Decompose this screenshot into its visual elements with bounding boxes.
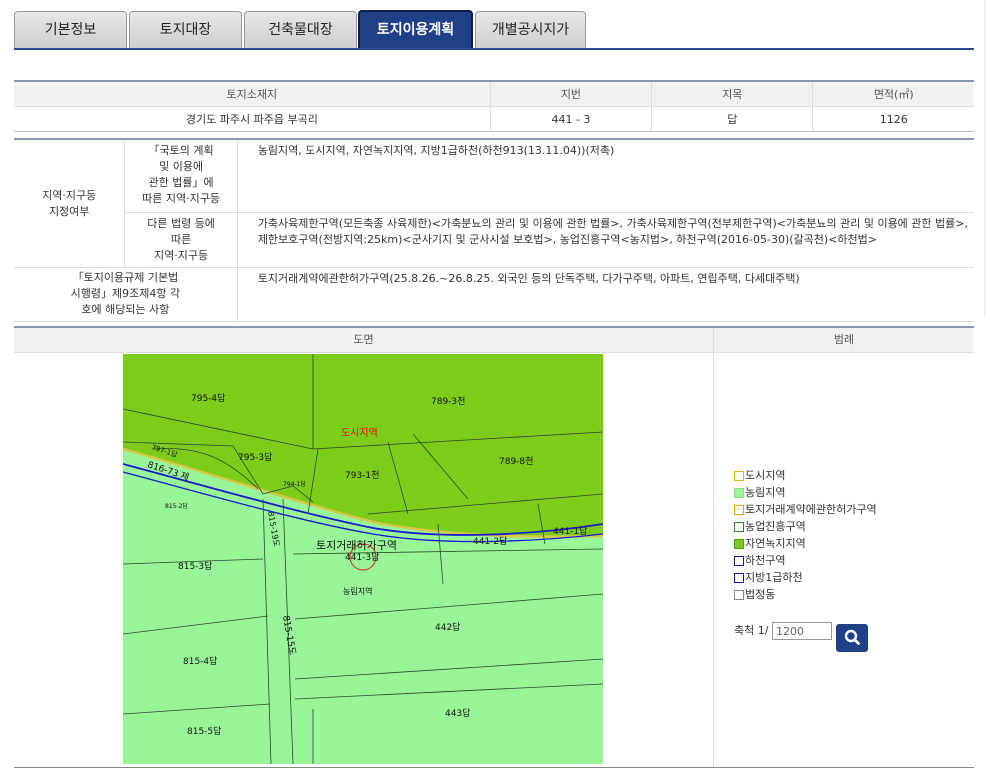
map-label: 793-1천 — [345, 470, 379, 481]
map-label: 815-5답 — [187, 725, 221, 737]
map-label: 815-3답 — [178, 560, 212, 572]
tab-land-register[interactable]: 토지대장 — [129, 11, 242, 48]
cell-land-category: 답 — [651, 106, 814, 132]
tab-basic-info[interactable]: 기본정보 — [14, 11, 127, 48]
map-label: 795-3답 — [238, 451, 272, 463]
land-info-table: 토지소재지 지번 지목 면적(㎡) 경기도 파주시 파주읍 부곡리 441 - … — [14, 80, 974, 132]
label-line: 지역·지구등 — [154, 249, 209, 262]
scale-search-button[interactable] — [836, 624, 868, 652]
legend-swatch — [734, 573, 744, 583]
map-label: 795-4답 — [191, 392, 225, 404]
zoning-sub-label-other: 다른 법령 등에 따른 지역·지구등 — [124, 212, 238, 268]
map-label: 441-2답 — [473, 535, 507, 547]
map-label: 농림지역 — [343, 586, 372, 596]
label-line: 호에 해당되는 사항 — [81, 303, 170, 316]
label-line: 및 이용에 — [159, 160, 204, 173]
legend-swatch — [734, 556, 744, 566]
label-line: 관한 법률」에 — [148, 176, 214, 189]
label-line: 따른 — [170, 233, 192, 246]
legend-label: 도시지역 — [745, 469, 786, 482]
scale-input[interactable] — [771, 622, 832, 640]
tab-underline — [14, 48, 974, 50]
tab-official-land-price[interactable]: 개별공시지가 — [475, 11, 586, 48]
map-label: 토지거래허가구역 — [316, 539, 397, 552]
map-label: 도시지역 — [341, 427, 378, 439]
zoning-row-enforcement: 「토지이용규제 기본법 시행령」제9조제4항 각 호에 해당되는 사항 토지거래… — [14, 267, 974, 322]
label-line: 시행령」제9조제4항 각 — [70, 287, 181, 300]
map-label: 789-3천 — [431, 396, 465, 407]
zoning-table: 지역·지구등 지정여부 「국토의 계획 및 이용에 관한 법률」에 따른 지역·… — [14, 138, 974, 322]
scale-label: 축척 1/ — [734, 624, 769, 637]
column-divider — [713, 328, 714, 768]
map-label: 794-1답 — [283, 481, 306, 488]
legend-item: 토지거래계약에관한허가구역 — [734, 502, 877, 519]
zoning-main-label-2: 지정여부 — [48, 204, 90, 218]
legend-swatch — [734, 471, 744, 481]
legend-label: 농림지역 — [745, 486, 786, 499]
cell-location: 경기도 파주시 파주읍 부곡리 — [14, 106, 491, 132]
cadastral-map[interactable]: 795-4답 789-3천 도시지역 797-1답 795-3답 793-1천 … — [123, 354, 603, 764]
section-bottom-border — [14, 767, 974, 768]
map-label: 815-4답 — [183, 655, 217, 667]
legend-item: 자연녹지지역 — [734, 536, 877, 553]
legend-label: 토지거래계약에관한허가구역 — [745, 503, 877, 516]
map-svg: 795-4답 789-3천 도시지역 797-1답 795-3답 793-1천 … — [123, 354, 603, 764]
header-lot-number: 지번 — [490, 81, 653, 107]
map-label: 815-2답 — [165, 503, 188, 510]
value-line: 가축사육제한구역(모든축종 사육제한)<가축분뇨의 관리 및 이용에 관한 법률… — [257, 217, 968, 230]
map-label: 441-3답 — [345, 551, 379, 563]
zoning-main-label: 지역·지구등 지정여부 — [14, 139, 126, 268]
legend-label: 하천구역 — [745, 554, 786, 567]
legend-label: 지방1급하천 — [745, 571, 803, 584]
zoning-value-national: 농림지역, 도시지역, 자연녹지지역, 지방1급하천(하천913(13.11.0… — [237, 139, 974, 213]
label-line: 다른 법령 등에 — [147, 217, 215, 230]
map-header: 도면 — [14, 328, 713, 353]
scale-control: 축척 1/ — [734, 622, 832, 640]
map-label: 442답 — [435, 621, 460, 633]
land-info-header-row: 토지소재지 지번 지목 면적(㎡) — [14, 81, 974, 107]
legend-item: 지방1급하천 — [734, 570, 877, 587]
legend-label: 법정동 — [745, 588, 776, 601]
zoning-row-national: 지역·지구등 지정여부 「국토의 계획 및 이용에 관한 법률」에 따른 지역·… — [14, 139, 974, 268]
tab-building-register[interactable]: 건축물대장 — [244, 11, 357, 48]
cell-area: 1126 — [812, 106, 974, 132]
legend-item: 하천구역 — [734, 553, 877, 570]
legend-swatch — [734, 539, 744, 549]
tab-land-use-plan[interactable]: 토지이용계획 — [358, 10, 473, 49]
zoning-value-other: 가축사육제한구역(모든축종 사육제한)<가축분뇨의 관리 및 이용에 관한 법률… — [237, 212, 974, 268]
legend-swatch — [734, 505, 744, 515]
enforcement-label: 「토지이용규제 기본법 시행령」제9조제4항 각 호에 해당되는 사항 — [14, 267, 238, 322]
legend-label: 자연녹지지역 — [745, 537, 806, 550]
header-area: 면적(㎡) — [812, 81, 974, 107]
scrollbar[interactable] — [984, 0, 991, 316]
map-label: 441-1답 — [553, 525, 587, 537]
search-icon — [844, 629, 860, 645]
zoning-main-label-1: 지역·지구등 — [42, 188, 97, 202]
map-label: 443답 — [445, 707, 470, 719]
tab-bar: 기본정보 토지대장 건축물대장 토지이용계획 개별공시지가 — [14, 10, 974, 50]
legend-swatch — [734, 522, 744, 532]
cell-lot-number: 441 - 3 — [490, 106, 653, 132]
label-line: 「토지이용규제 기본법 — [72, 271, 179, 284]
header-location: 토지소재지 — [14, 81, 491, 107]
zoning-sub-label-national: 「국토의 계획 및 이용에 관한 법률」에 따른 지역·지구등 — [124, 139, 238, 213]
map-label: 789-8천 — [499, 456, 533, 467]
legend-item: 법정동 — [734, 587, 877, 604]
zoning-row-other-laws: 다른 법령 등에 따른 지역·지구등 가축사육제한구역(모든축종 사육제한)<가… — [14, 212, 974, 268]
label-line: 「국토의 계획 — [148, 144, 214, 157]
legend-item: 도시지역 — [734, 468, 877, 485]
header-land-category: 지목 — [651, 81, 814, 107]
legend-header: 범례 — [714, 328, 974, 353]
legend-item: 농림지역 — [734, 485, 877, 502]
legend-swatch — [734, 590, 744, 600]
legend-label: 농업진흥구역 — [745, 520, 806, 533]
table-row: 경기도 파주시 파주읍 부곡리 441 - 3 답 1126 — [14, 106, 974, 132]
value-line: 제한보호구역(전방지역:25km)<군사기지 및 군사시설 보호법>, 농업진흥… — [257, 233, 877, 246]
enforcement-value: 토지거래계약에관한허가구역(25.8.26.~26.8.25. 외국인 등의 단… — [237, 267, 974, 322]
label-line: 따른 지역·지구등 — [142, 192, 220, 205]
map-section: 도면 범례 795-4답 789-3천 도시지역 797-1답 795-3답 7… — [14, 326, 974, 768]
legend-item: 농업진흥구역 — [734, 519, 877, 536]
map-legend: 도시지역 농림지역 토지거래계약에관한허가구역 농업진흥구역 자연녹지지역 하천… — [734, 468, 877, 604]
legend-swatch — [734, 488, 744, 498]
